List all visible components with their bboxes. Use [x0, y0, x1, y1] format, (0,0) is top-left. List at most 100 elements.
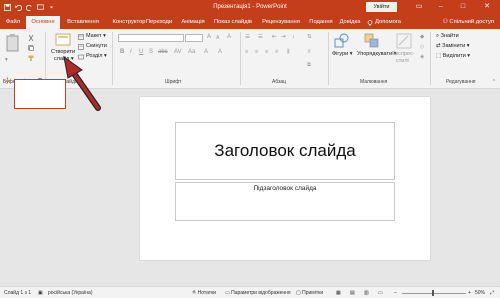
- comments-button[interactable]: ▢ Примітки: [296, 290, 323, 296]
- line-spacing-icon[interactable]: ↕: [292, 34, 295, 40]
- increase-font-size-icon[interactable]: A: [207, 34, 211, 40]
- bullets-icon[interactable]: ☰: [245, 34, 250, 40]
- ribbon-tabs: Файл Основне Вставлення Конструктор Пере…: [0, 14, 500, 29]
- zoom-in-icon[interactable]: +: [468, 290, 471, 296]
- tab-view[interactable]: Подання: [306, 16, 336, 29]
- tab-slideshow[interactable]: Показ слайдів: [211, 16, 255, 29]
- character-spacing-icon[interactable]: AV: [174, 49, 182, 55]
- increase-indent-icon[interactable]: ⇥: [281, 34, 286, 40]
- share-button[interactable]: ⚇ Спільний доступ: [443, 16, 494, 29]
- proofing-icon[interactable]: ▣: [38, 290, 43, 296]
- fit-to-window-icon[interactable]: ⤢: [490, 290, 494, 296]
- strikethrough-icon[interactable]: abc: [158, 49, 168, 55]
- zoom-out-icon[interactable]: –: [394, 290, 397, 296]
- zoom-slider-thumb[interactable]: [432, 290, 434, 296]
- shadow-icon[interactable]: S: [149, 49, 153, 55]
- find-button[interactable]: ⌕ Знайти: [436, 33, 459, 40]
- select-button[interactable]: ⬚ Виділити ▾: [436, 53, 470, 59]
- tab-help[interactable]: Довідка: [335, 16, 365, 29]
- paste-dropdown-icon[interactable]: ▾: [5, 57, 8, 63]
- align-right-icon[interactable]: ≡: [265, 49, 268, 55]
- change-case-icon[interactable]: Aa: [188, 49, 195, 55]
- display-settings-button[interactable]: ▭ Параметри відображення: [225, 290, 291, 296]
- quick-styles-button[interactable]: Експрес-: [392, 51, 415, 57]
- tab-insert[interactable]: Вставлення: [61, 16, 105, 29]
- zoom-slider[interactable]: [402, 293, 466, 294]
- tell-me-label: Допомога: [375, 19, 401, 25]
- title-placeholder[interactable]: Заголовок слайда: [175, 122, 395, 180]
- section-button[interactable]: Розділ ▾: [86, 53, 107, 59]
- numbering-icon[interactable]: ☰: [258, 34, 263, 40]
- underline-icon[interactable]: U: [139, 49, 143, 55]
- tab-home[interactable]: Основне: [26, 16, 60, 29]
- paste-icon[interactable]: [5, 33, 21, 55]
- arrange-icon[interactable]: [364, 33, 380, 49]
- slideshow-view-icon[interactable]: ▭: [378, 290, 383, 296]
- slide-thumbnails-pane: 1: [0, 78, 90, 286]
- reading-view-icon[interactable]: ▥: [364, 290, 369, 296]
- shapes-button[interactable]: Фігури ▾: [332, 51, 353, 57]
- ribbon-display-options-icon[interactable]: ▭: [408, 0, 430, 14]
- new-slide-dropdown[interactable]: слайд ▾: [54, 56, 74, 62]
- format-painter-icon[interactable]: [28, 55, 34, 61]
- align-text-icon[interactable]: ⇳: [307, 49, 312, 55]
- justify-icon[interactable]: ≡: [275, 49, 278, 55]
- shapes-icon[interactable]: [334, 33, 350, 49]
- minimize-icon[interactable]: –: [430, 0, 452, 14]
- tab-transitions[interactable]: Переходи: [142, 16, 176, 29]
- italic-icon[interactable]: I: [130, 49, 132, 55]
- decrease-indent-icon[interactable]: ⇤: [272, 34, 277, 40]
- section-icon: [78, 54, 84, 60]
- shape-outline-icon[interactable]: ◇: [420, 44, 424, 50]
- normal-view-icon[interactable]: ▦: [336, 290, 341, 296]
- slide-canvas[interactable]: Заголовок слайда Підзаголовок слайда: [140, 97, 430, 260]
- customize-qat-icon[interactable]: [48, 4, 55, 11]
- highlight-icon[interactable]: A: [204, 49, 208, 55]
- smartart-icon[interactable]: ⧉: [307, 62, 311, 69]
- new-slide-button[interactable]: Створити: [51, 49, 75, 55]
- slide-sorter-icon[interactable]: ▤: [350, 290, 355, 296]
- tab-file[interactable]: Файл: [2, 16, 24, 29]
- arrange-button[interactable]: Упорядкувати ▾: [357, 51, 396, 57]
- undo-icon[interactable]: [15, 4, 22, 11]
- tab-review[interactable]: Рецензування: [255, 16, 307, 29]
- sign-in-button[interactable]: Увійти: [366, 2, 397, 12]
- shape-fill-icon[interactable]: ◆: [420, 34, 424, 40]
- clear-formatting-icon[interactable]: A: [227, 34, 231, 40]
- slide-editing-area: Заголовок слайда Підзаголовок слайда: [90, 90, 500, 286]
- font-name-box[interactable]: [118, 34, 184, 42]
- align-center-icon[interactable]: ≡: [255, 49, 258, 55]
- maximize-icon[interactable]: □: [452, 0, 474, 14]
- shape-effects-icon[interactable]: ◈: [420, 54, 424, 60]
- slide-thumbnail[interactable]: [14, 79, 66, 109]
- notes-button[interactable]: ≙ Нотатки: [192, 290, 216, 296]
- font-color-icon[interactable]: A: [218, 49, 222, 55]
- save-icon[interactable]: [4, 3, 11, 11]
- cut-icon[interactable]: [28, 34, 34, 42]
- group-label-paragraph: Абзац: [272, 79, 287, 85]
- zoom-level[interactable]: 50%: [475, 290, 485, 296]
- start-slideshow-icon[interactable]: [37, 4, 44, 11]
- columns-icon[interactable]: ⫼: [287, 49, 290, 56]
- bold-icon[interactable]: B: [120, 49, 124, 55]
- close-icon[interactable]: ✕: [476, 0, 498, 14]
- language-indicator[interactable]: російська (Україна): [48, 290, 93, 296]
- decrease-font-size-icon[interactable]: A: [216, 35, 219, 41]
- new-slide-icon[interactable]: [55, 33, 71, 47]
- replace-button[interactable]: ⇄ Замінити ▾: [436, 43, 470, 49]
- group-label-font: Шрифт: [165, 79, 182, 85]
- collapse-ribbon-icon[interactable]: ⌃: [492, 79, 496, 85]
- layout-button[interactable]: Макет ▾: [86, 33, 106, 39]
- copy-icon[interactable]: [28, 45, 34, 51]
- tell-me-search[interactable]: Допомога: [367, 16, 409, 29]
- redo-icon[interactable]: [26, 4, 33, 11]
- align-left-icon[interactable]: ≡: [245, 49, 248, 55]
- slide-subtitle: Підзаголовок слайда: [253, 185, 317, 192]
- subtitle-placeholder[interactable]: Підзаголовок слайда: [175, 182, 395, 221]
- font-size-box[interactable]: [185, 34, 203, 42]
- text-direction-icon[interactable]: ⇅: [307, 34, 312, 40]
- quick-styles-icon[interactable]: [396, 33, 412, 49]
- reset-button[interactable]: Скинути: [86, 43, 107, 49]
- group-label-editing: Редагування: [446, 79, 476, 85]
- tab-animations[interactable]: Анімація: [176, 16, 210, 29]
